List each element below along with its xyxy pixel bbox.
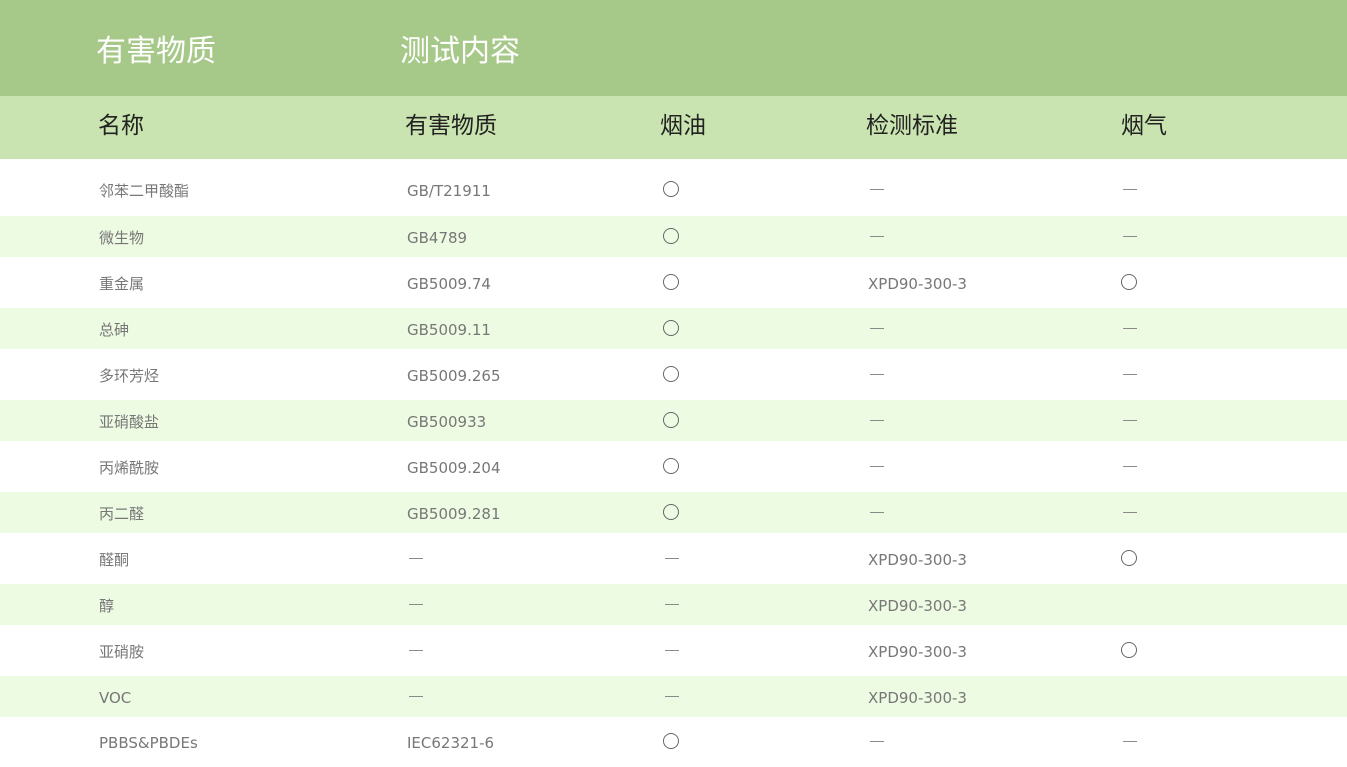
cell-name: 微生物: [99, 228, 145, 247]
circle-mark-icon: [663, 733, 679, 749]
cell-standard: XPD90-300-3: [868, 596, 967, 615]
table-row: 多环芳烃 GB5009.265: [0, 349, 1347, 400]
dash-mark-icon: [870, 373, 884, 375]
cell-name: 丙二醛: [99, 504, 145, 523]
table-row: 醛酮 XPD90-300-3: [0, 533, 1347, 584]
dash-mark-icon: [409, 649, 423, 651]
column-header-substance: 有害物质: [405, 113, 497, 139]
cell-substance: GB5009.281: [407, 504, 501, 523]
column-header-smoke: 烟气: [1121, 113, 1167, 139]
circle-mark-icon: [663, 457, 679, 474]
column-header-name: 名称: [98, 113, 144, 139]
cell-substance: GB4789: [407, 228, 468, 247]
table-row: 重金属 GB5009.74 XPD90-300-3: [0, 257, 1347, 308]
dash-mark-icon: [665, 649, 679, 651]
cell-substance: IEC62321-6: [407, 734, 495, 752]
dash-mark-icon: [665, 695, 679, 697]
circle-mark-icon: [663, 319, 679, 336]
cell-substance: GB5009.204: [407, 458, 501, 477]
cell-substance: GB5009.265: [407, 366, 501, 385]
cell-name: 丙烯酰胺: [99, 458, 160, 477]
cell-name: 总砷: [99, 320, 130, 339]
cell-name: 多环芳烃: [99, 366, 160, 385]
dash-mark-icon: [870, 188, 884, 190]
table-column-header: 名称 有害物质 烟油 检测标准 烟气: [0, 96, 1347, 159]
cell-name: VOC: [99, 688, 132, 707]
circle-mark-icon: [663, 503, 679, 520]
table-row: 丙二醛 GB5009.281: [0, 492, 1347, 533]
cell-name: 醛酮: [99, 550, 130, 569]
cell-substance: GB500933: [407, 412, 487, 431]
dash-mark-icon: [870, 327, 884, 329]
dash-mark-icon: [1123, 741, 1137, 742]
table-row: 亚硝胺 XPD90-300-3: [0, 625, 1347, 676]
dash-mark-icon: [870, 235, 884, 237]
super-header-test-content: 测试内容: [400, 34, 520, 69]
dash-mark-icon: [1123, 419, 1137, 421]
dash-mark-icon: [1123, 188, 1137, 190]
dash-mark-icon: [870, 465, 884, 467]
circle-mark-icon: [1121, 273, 1137, 290]
table-row: 邻苯二甲酸酯 GB/T21911: [0, 159, 1347, 216]
dash-mark-icon: [1123, 465, 1137, 467]
table-row: 醇 XPD90-300-3: [0, 584, 1347, 625]
cell-substance: GB5009.11: [407, 320, 491, 339]
cell-name: 重金属: [99, 274, 145, 293]
table-row: 总砷 GB5009.11: [0, 308, 1347, 349]
column-header-oil: 烟油: [660, 113, 706, 139]
cell-name: 亚硝酸盐: [99, 412, 160, 431]
cell-name: PBBS&PBDEs: [99, 734, 198, 752]
cell-standard: XPD90-300-3: [868, 642, 967, 661]
table-row: 微生物 GB4789: [0, 216, 1347, 257]
dash-mark-icon: [870, 741, 884, 742]
circle-mark-icon: [663, 180, 679, 197]
cell-name: 醇: [99, 596, 115, 615]
super-header-substance: 有害物质: [96, 34, 216, 69]
cell-standard: XPD90-300-3: [868, 550, 967, 569]
circle-mark-icon: [663, 273, 679, 290]
circle-mark-icon: [663, 227, 679, 244]
circle-mark-icon: [663, 365, 679, 382]
table-row: PBBS&PBDEs IEC62321-6: [0, 717, 1347, 767]
cell-substance: GB5009.74: [407, 274, 491, 293]
column-header-standard: 检测标准: [866, 113, 958, 139]
cell-standard: XPD90-300-3: [868, 688, 967, 707]
dash-mark-icon: [409, 557, 423, 559]
dash-mark-icon: [1123, 511, 1137, 513]
dash-mark-icon: [665, 557, 679, 559]
table-row: VOC XPD90-300-3: [0, 676, 1347, 717]
cell-name: 亚硝胺: [99, 642, 145, 661]
circle-mark-icon: [663, 411, 679, 428]
table-super-header: 有害物质 测试内容: [0, 0, 1347, 96]
dash-mark-icon: [1123, 235, 1137, 237]
cell-name: 邻苯二甲酸酯: [99, 181, 190, 200]
table-row: 丙烯酰胺 GB5009.204: [0, 441, 1347, 492]
dash-mark-icon: [665, 603, 679, 605]
cell-substance: GB/T21911: [407, 181, 491, 200]
dash-mark-icon: [870, 419, 884, 421]
dash-mark-icon: [870, 511, 884, 513]
dash-mark-icon: [409, 695, 423, 697]
circle-mark-icon: [1121, 641, 1137, 658]
table-row: 亚硝酸盐 GB500933: [0, 400, 1347, 441]
comparison-table-page: 有害物质 测试内容 名称 有害物质 烟油 检测标准 烟气 邻苯二甲酸酯 GB/T2…: [0, 0, 1347, 767]
circle-mark-icon: [1121, 549, 1137, 566]
cell-standard: XPD90-300-3: [868, 274, 967, 293]
dash-mark-icon: [1123, 327, 1137, 329]
dash-mark-icon: [1123, 373, 1137, 375]
dash-mark-icon: [409, 603, 423, 605]
